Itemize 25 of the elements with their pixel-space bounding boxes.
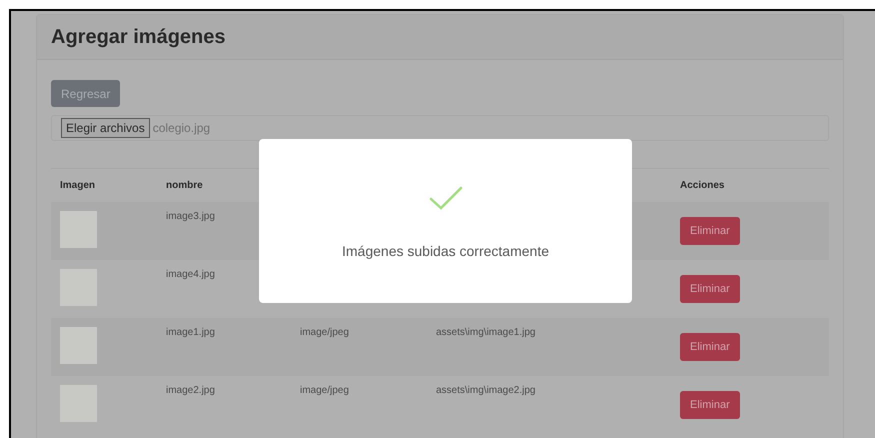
file-name-cell: image1.jpg: [166, 327, 215, 338]
photo-placeholder: [60, 211, 97, 248]
page-title: Agregar imágenes: [51, 26, 226, 48]
file-name-cell: image2.jpg: [166, 385, 215, 396]
delete-button[interactable]: Eliminar: [680, 275, 740, 303]
column-header: Acciones: [680, 180, 724, 191]
file-path-cell: assets\img\image2.jpg: [436, 385, 536, 396]
photo-placeholder: [60, 269, 97, 306]
success-message: Imágenes subidas correctamente: [342, 243, 549, 259]
file-name-cell: image4.jpg: [166, 269, 215, 280]
column-header: Imagen: [60, 180, 96, 191]
file-name: colegio.jpg: [152, 121, 210, 135]
delete-button[interactable]: Eliminar: [680, 217, 740, 245]
back-button[interactable]: Regresar: [51, 80, 120, 107]
file-path-cell: assets\img\image1.jpg: [436, 327, 536, 338]
photo-placeholder: [60, 327, 97, 364]
mime-type-cell: image/jpeg: [300, 327, 349, 338]
choose-files-button[interactable]: Elegir archivos: [61, 118, 150, 138]
file-name-cell: image3.jpg: [166, 211, 215, 222]
delete-button[interactable]: Eliminar: [680, 333, 740, 361]
checkmark-icon: [428, 185, 464, 211]
mime-type-cell: image/jpeg: [300, 385, 349, 396]
delete-button[interactable]: Eliminar: [680, 391, 740, 419]
photo-placeholder: [60, 385, 97, 422]
column-header: nombre: [166, 180, 203, 191]
